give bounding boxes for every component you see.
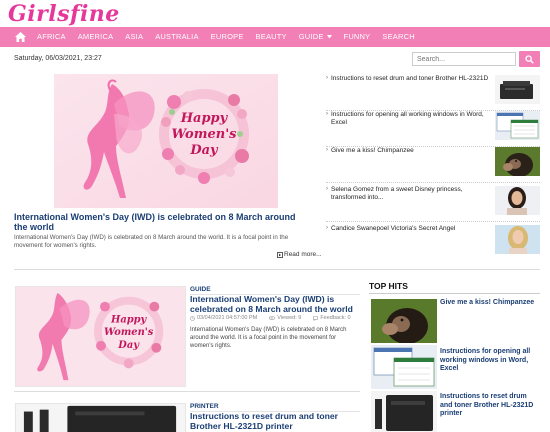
woman-portrait-thumbnail — [495, 225, 540, 254]
read-more-label: Read more... — [284, 251, 322, 258]
nav-item-funny[interactable]: FUNNY — [338, 27, 377, 47]
side-list-title: Instructions for opening all working win… — [331, 111, 484, 126]
search-icon — [525, 54, 534, 64]
article-title[interactable]: International Women's Day (IWD) is celeb… — [190, 294, 360, 315]
featured-image-text-3: Day — [189, 143, 219, 158]
main-nav: AFRICA AMERICA ASIA AUSTRALIA EUROPE BEA… — [0, 27, 550, 47]
top-hits-heading: TOP HITS — [369, 281, 408, 291]
side-list-item[interactable]: › Instructions to reset drum and toner B… — [326, 75, 540, 111]
article-date: 03/04/2021 04:57:00 PM — [190, 315, 263, 321]
article-description: International Women's Day (IWD) is celeb… — [190, 327, 347, 349]
side-list-title: Instructions to reset drum and toner Bro… — [331, 75, 489, 82]
page: Girlsfine AFRICA AMERICA ASIA AUSTRALIA … — [0, 0, 550, 432]
search-button[interactable] — [519, 51, 540, 67]
printer-thumbnail[interactable] — [371, 391, 437, 432]
bullet-arrow-icon: › — [326, 186, 328, 192]
side-list-item[interactable]: › Selena Gomez from a sweet Disney princ… — [326, 186, 540, 222]
chimp-thumbnail — [495, 147, 540, 176]
article-date-text: 03/04/2021 04:57:00 PM — [197, 315, 258, 321]
read-more-icon — [277, 251, 283, 258]
nav-item-beauty[interactable]: BEAUTY — [250, 27, 293, 47]
bullet-arrow-icon: › — [326, 225, 328, 231]
printer-thumbnail — [495, 75, 540, 104]
article-image-text-2: Women's — [104, 327, 154, 338]
featured-description: International Women's Day (IWD) is celeb… — [14, 234, 289, 249]
nav-item-europe[interactable]: EUROPE — [205, 27, 250, 47]
chimp-thumbnail[interactable] — [371, 299, 437, 343]
logo-text: Girlsfine — [8, 1, 120, 27]
featured-image-text-2: Women's — [172, 127, 238, 142]
top-hit-title[interactable]: Instructions for opening all working win… — [440, 348, 540, 374]
windows-thumbnail — [495, 111, 540, 140]
home-icon[interactable] — [9, 27, 31, 47]
article-title[interactable]: Instructions to reset drum and toner Bro… — [190, 411, 360, 432]
article-feedback: Feedback: 0 — [313, 315, 356, 321]
windows-thumbnail[interactable] — [371, 345, 437, 389]
article-views: Viewed: 9 — [269, 315, 307, 321]
nav-item-australia[interactable]: AUSTRALIA — [149, 27, 204, 47]
section-divider — [14, 269, 540, 270]
article-category[interactable]: GUIDE — [190, 286, 211, 293]
comment-icon — [313, 315, 319, 321]
side-list-separator — [326, 221, 540, 222]
side-list-title: Candice Swanepoel Victoria's Secret Ange… — [331, 225, 456, 232]
article-image[interactable] — [15, 403, 186, 432]
bullet-arrow-icon: › — [326, 111, 328, 117]
nav-item-africa[interactable]: AFRICA — [31, 27, 72, 47]
featured-title[interactable]: International Women's Day (IWD) is celeb… — [14, 212, 310, 232]
top-hit-title[interactable]: Instructions to reset drum and toner Bro… — [440, 393, 540, 419]
article-category[interactable]: PRINTER — [190, 403, 219, 410]
chevron-down-icon — [326, 35, 332, 39]
nav-item-search[interactable]: SEARCH — [376, 27, 420, 47]
article-image[interactable]: Happy Women's Day — [15, 286, 186, 387]
article-meta: 03/04/2021 04:57:00 PM Viewed: 9 Feedbac… — [190, 315, 363, 321]
woman-portrait-thumbnail — [495, 186, 540, 215]
current-date: Saturday, 06/03/2021, 23:27 — [14, 55, 102, 62]
article-image-text-1: Happy — [110, 314, 148, 325]
featured-image-text-1: Happy — [180, 111, 229, 126]
side-list-title: Selena Gomez from a sweet Disney princes… — [331, 186, 463, 201]
bullet-arrow-icon: › — [326, 75, 328, 81]
article-image-text-3: Day — [117, 340, 140, 351]
nav-item-asia[interactable]: ASIA — [119, 27, 149, 47]
article-views-text: Viewed: 9 — [277, 315, 302, 321]
nav-item-guide[interactable]: GUIDE — [293, 27, 338, 47]
side-list-item[interactable]: › Candice Swanepoel Victoria's Secret An… — [326, 225, 540, 258]
side-list-title: Give me a kiss! Chimpanzee — [331, 147, 414, 154]
side-list-item[interactable]: › Instructions for opening all working w… — [326, 111, 540, 147]
side-list-item[interactable]: › Give me a kiss! Chimpanzee — [326, 147, 540, 183]
nav-item-america[interactable]: AMERICA — [72, 27, 120, 47]
article-separator — [14, 391, 360, 392]
side-list-separator — [326, 182, 540, 183]
site-logo[interactable]: Girlsfine — [8, 3, 120, 25]
top-hit-title[interactable]: Give me a kiss! Chimpanzee — [440, 299, 540, 308]
bullet-arrow-icon: › — [326, 147, 328, 153]
search-input[interactable] — [412, 52, 516, 66]
eye-icon — [269, 316, 276, 320]
featured-image[interactable]: Happy Women's Day — [54, 74, 278, 208]
top-hits-underline — [369, 293, 540, 294]
clock-icon — [190, 315, 195, 321]
read-more-link[interactable]: Read more... — [277, 251, 322, 258]
nav-item-guide-label: GUIDE — [298, 32, 324, 41]
article-feedback-text: Feedback: 0 — [320, 315, 351, 321]
